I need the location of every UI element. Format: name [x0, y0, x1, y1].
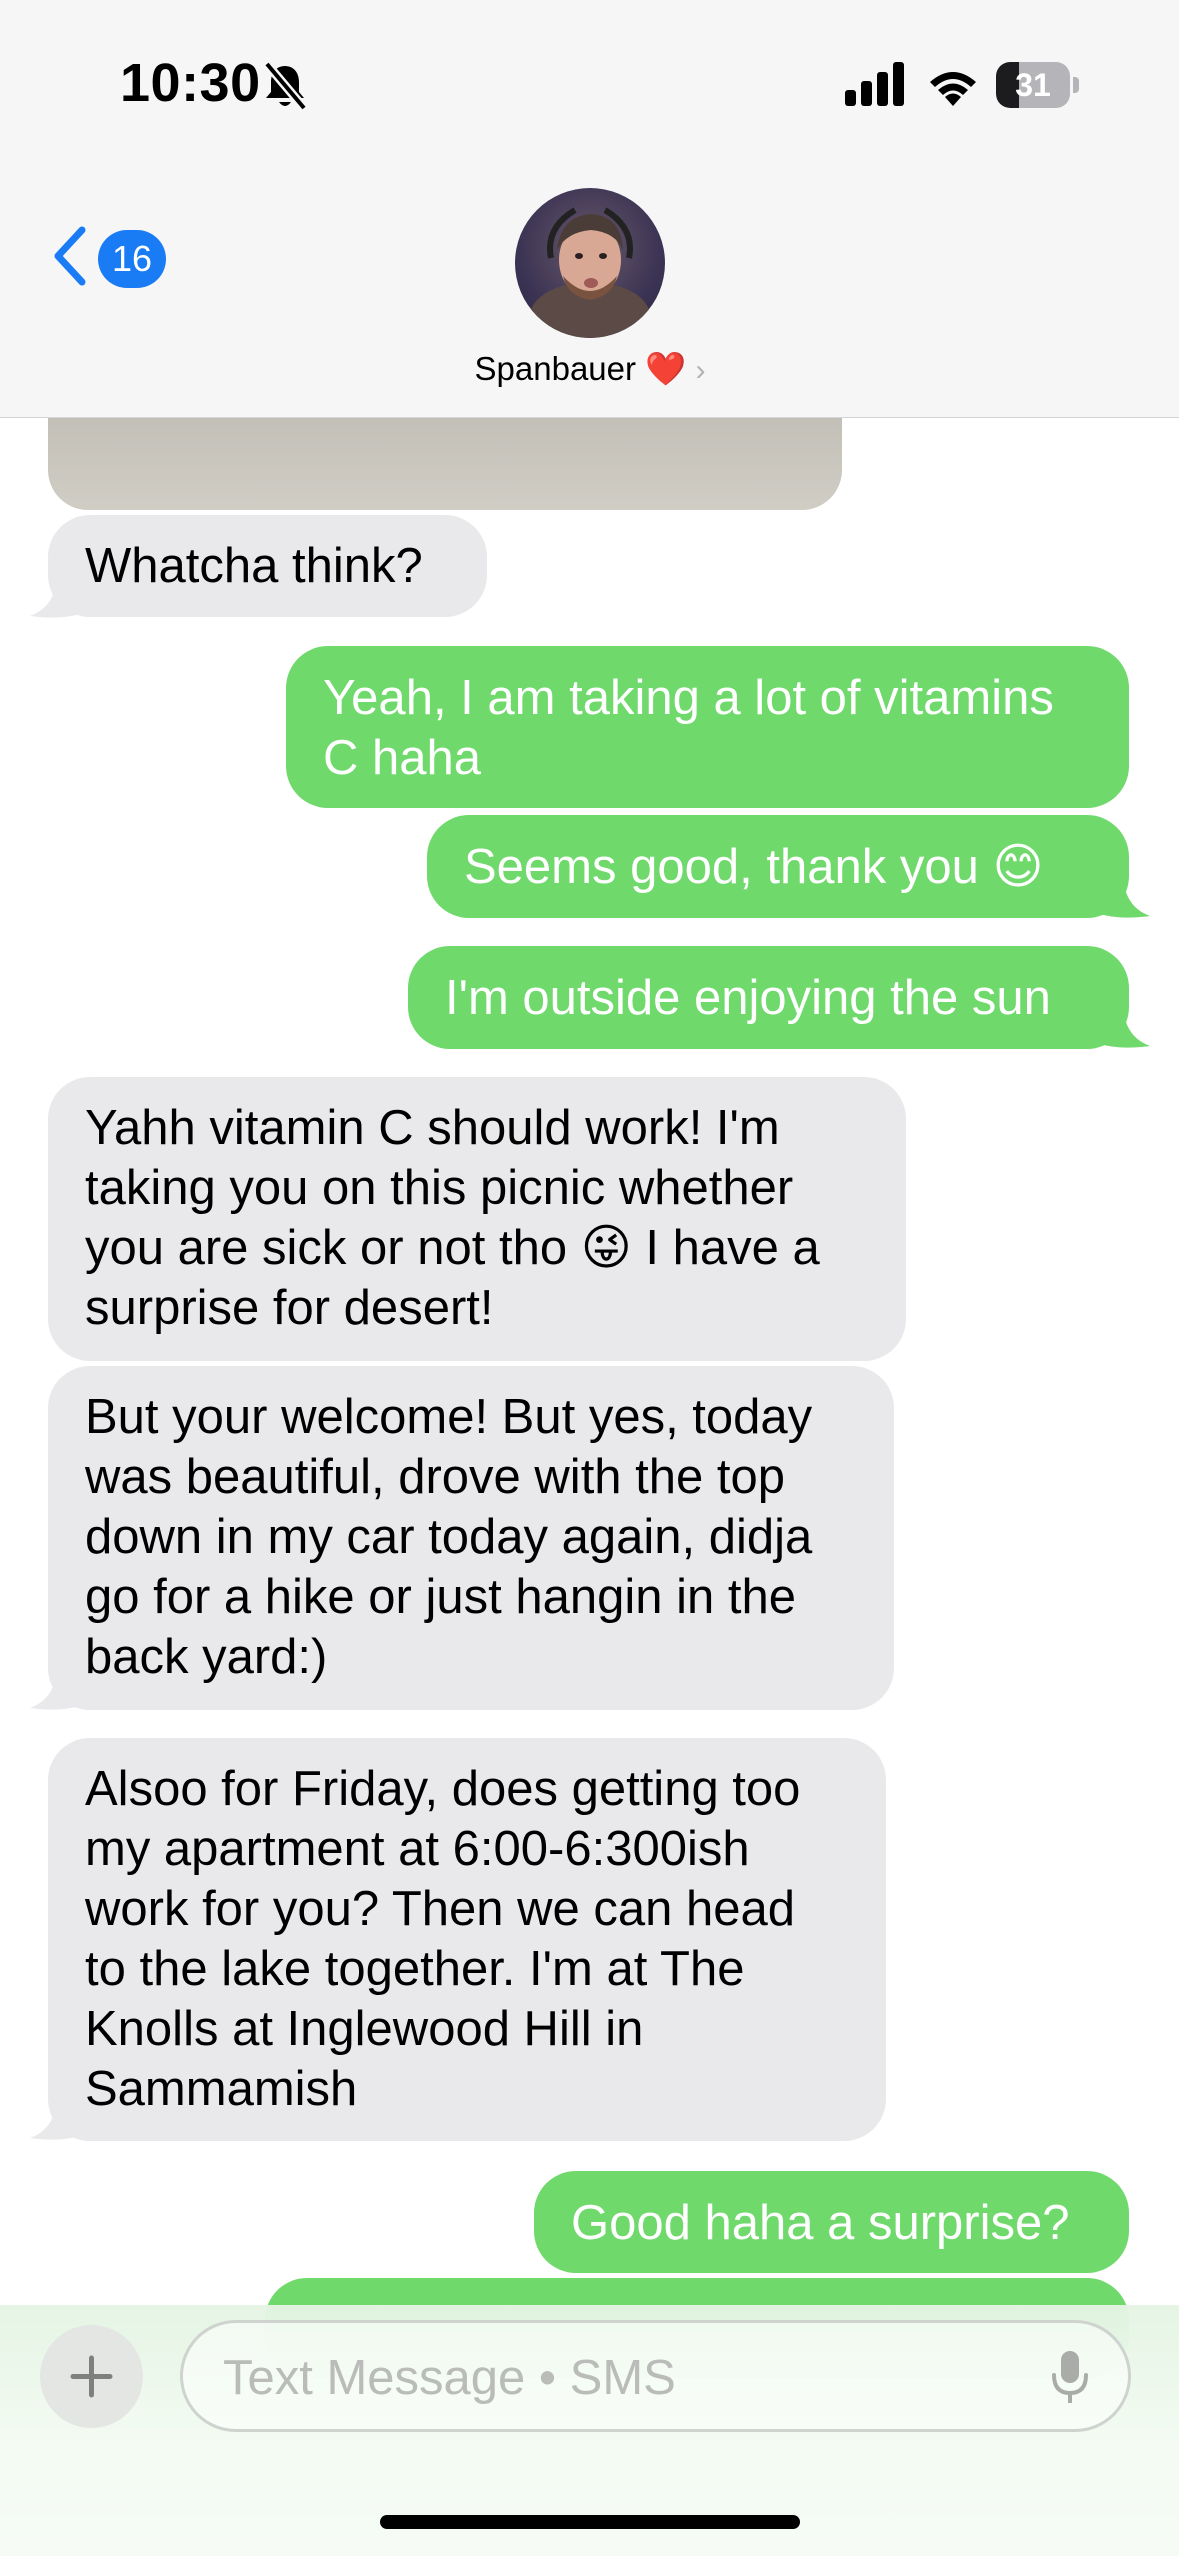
- contact-emoji: ❤️: [645, 350, 687, 387]
- back-button[interactable]: 16: [44, 220, 184, 300]
- wifi-icon: [930, 72, 976, 106]
- message-input-placeholder: Text Message • SMS: [223, 2351, 676, 2405]
- home-indicator[interactable]: [380, 2515, 800, 2529]
- message-bubble-incoming[interactable]: Alsoo for Friday, does getting too my ap…: [48, 1738, 886, 2141]
- message-text: Whatcha think?: [85, 539, 423, 593]
- message-text: Seems good, thank you 😊: [464, 840, 1044, 894]
- apps-plus-button[interactable]: [40, 2325, 143, 2428]
- message-text: Alsoo for Friday, does getting too my ap…: [85, 1762, 801, 2116]
- message-text: Yeah, I am taking a lot of vitamins C ha…: [323, 671, 1054, 785]
- message-text: But your welcome! But yes, today was bea…: [85, 1390, 813, 1684]
- message-bubble-incoming[interactable]: Yahh vitamin C should work! I'm taking y…: [48, 1077, 906, 1361]
- message-bubble-outgoing[interactable]: Yeah, I am taking a lot of vitamins C ha…: [286, 646, 1129, 808]
- message-bubble-outgoing[interactable]: I'm outside enjoying the sun: [408, 946, 1129, 1049]
- battery-icon: 31: [996, 62, 1080, 108]
- contact-name-button[interactable]: Spanbauer ❤️ ›: [390, 350, 790, 389]
- message-text: Good haha a surprise?: [571, 2196, 1070, 2250]
- mic-icon[interactable]: [1050, 2349, 1090, 2407]
- conversation-header: 10:30 31 16 Spanbauer ❤️ ›: [0, 0, 1179, 418]
- contact-name: Spanbauer: [474, 350, 637, 387]
- bell-slash-icon: [263, 61, 308, 111]
- status-time: 10:30: [120, 53, 261, 113]
- message-input[interactable]: Text Message • SMS: [180, 2320, 1131, 2432]
- message-bubble-outgoing[interactable]: Good haha a surprise?: [534, 2171, 1129, 2273]
- unread-count-badge: 16: [98, 230, 167, 288]
- contact-avatar[interactable]: [515, 188, 665, 338]
- message-text: Yahh vitamin C should work! I'm taking y…: [85, 1101, 820, 1335]
- plus-icon: [70, 2355, 113, 2398]
- signal-icon: [845, 62, 904, 106]
- message-bubble-incoming[interactable]: Whatcha think?: [48, 515, 487, 617]
- chevron-left-icon: [54, 226, 86, 286]
- battery-level: 31: [1015, 67, 1051, 103]
- message-text: I'm outside enjoying the sun: [445, 971, 1051, 1025]
- message-bubble-outgoing[interactable]: Seems good, thank you 😊: [427, 815, 1129, 918]
- message-bubble-incoming[interactable]: But your welcome! But yes, today was bea…: [48, 1366, 894, 1710]
- chevron-right-icon: ›: [695, 354, 706, 387]
